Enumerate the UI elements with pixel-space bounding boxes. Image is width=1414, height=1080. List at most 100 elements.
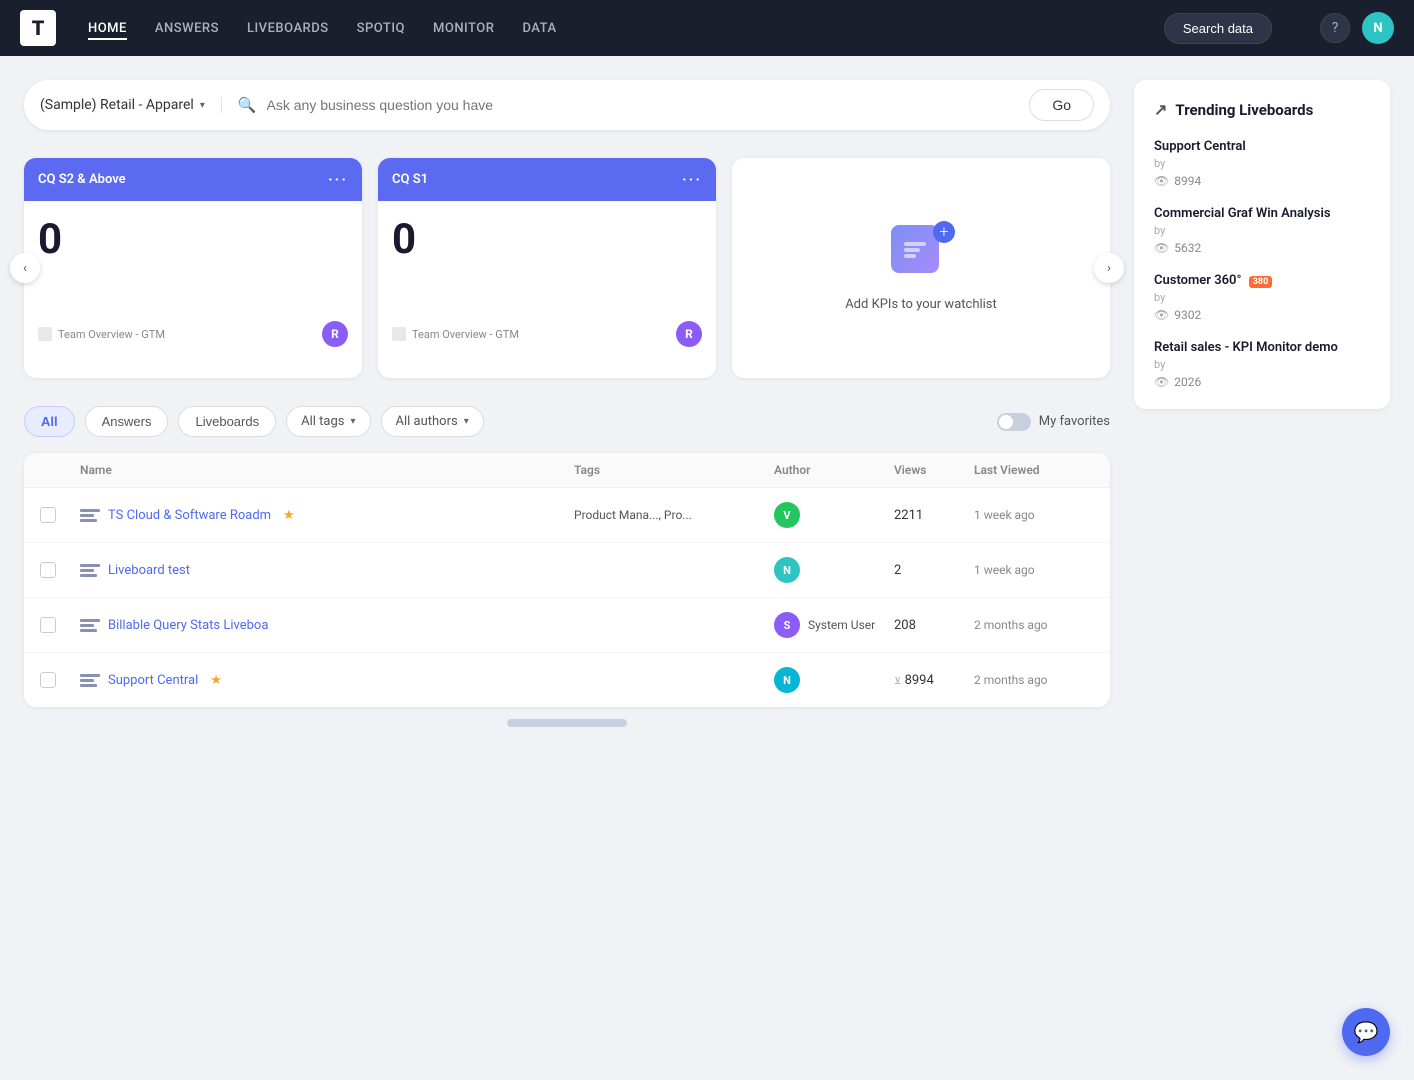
kpi-next-arrow[interactable]: › xyxy=(1094,253,1124,283)
kpi-value-1: 0 xyxy=(392,217,702,263)
trending-item-0-views-count: 8994 xyxy=(1174,174,1201,188)
row-1-name: Liveboard test xyxy=(80,563,574,578)
col-header-checkbox xyxy=(40,463,80,477)
search-bar: (Sample) Retail - Apparel ▾ 🔍 Go xyxy=(24,80,1110,130)
liveboard-icon xyxy=(80,564,100,577)
chat-button[interactable]: 💬 xyxy=(1342,1008,1390,1056)
filter-tab-answers[interactable]: Answers xyxy=(85,406,169,437)
trending-item-2-views-count: 9302 xyxy=(1174,308,1201,322)
nav-link-monitor[interactable]: MONITOR xyxy=(433,17,494,40)
bottom-scrollbar[interactable] xyxy=(507,719,627,727)
row-0-checkbox[interactable] xyxy=(40,507,80,523)
help-button[interactable]: ? xyxy=(1320,13,1350,43)
trending-item-3-views: 👁 2026 xyxy=(1154,375,1370,389)
kpi-author-1: R xyxy=(676,321,702,347)
my-favorites-label: My favorites xyxy=(1039,414,1110,429)
row-1-checkbox[interactable] xyxy=(40,562,80,578)
datasource-selector[interactable]: (Sample) Retail - Apparel ▾ xyxy=(40,97,222,113)
kpi-source-icon-0 xyxy=(38,327,52,341)
nav-link-answers[interactable]: ANSWERS xyxy=(155,17,219,40)
kpi-source-icon-1 xyxy=(392,327,406,341)
row-2-author: S System User xyxy=(774,612,894,638)
trending-item-0[interactable]: Support Central by 👁 8994 xyxy=(1154,139,1370,188)
row-3-last-viewed: 2 months ago xyxy=(974,673,1094,687)
col-header-last-viewed: Last viewed xyxy=(974,463,1094,477)
row-0-views: 2211 xyxy=(894,508,974,523)
trending-item-1-name: Commercial Graf Win Analysis xyxy=(1154,206,1370,221)
trending-item-1[interactable]: Commercial Graf Win Analysis by 👁 5632 xyxy=(1154,206,1370,255)
trending-item-2-name: Customer 360° 380 xyxy=(1154,273,1370,288)
liveboard-icon xyxy=(80,674,100,687)
kpi-source-1: Team Overview - GTM xyxy=(392,327,519,341)
all-authors-label: All authors xyxy=(396,414,458,429)
kpi-card-menu-1[interactable]: ··· xyxy=(682,170,702,189)
top-navigation: T HOME ANSWERS LIVEBOARDS SPOTIQ MONITOR… xyxy=(0,0,1414,56)
eye-icon: 👁 xyxy=(1154,375,1169,389)
search-input-wrap: 🔍 xyxy=(222,96,1029,114)
all-authors-dropdown[interactable]: All authors ▾ xyxy=(381,406,484,437)
kpi-footer-0: Team Overview - GTM R xyxy=(38,309,348,347)
row-1-last-viewed: 1 week ago xyxy=(974,563,1094,577)
user-avatar[interactable]: N xyxy=(1362,12,1394,44)
row-3-views: ⊻ 8994 xyxy=(894,673,974,688)
row-1-author-avatar: N xyxy=(774,557,800,583)
trending-title-text: Trending Liveboards xyxy=(1175,101,1313,119)
filter-tab-liveboards[interactable]: Liveboards xyxy=(178,406,276,437)
search-data-button[interactable]: Search data xyxy=(1164,13,1272,44)
add-kpi-label: Add KPIs to your watchlist xyxy=(845,297,997,312)
go-button[interactable]: Go xyxy=(1029,89,1094,121)
kpi-card-header-0: CQ S2 & Above ··· xyxy=(24,158,362,201)
kpi-card-menu-0[interactable]: ··· xyxy=(328,170,348,189)
toggle-knob xyxy=(999,415,1013,429)
datasource-label: (Sample) Retail - Apparel xyxy=(40,97,194,113)
row-2-author-name: System User xyxy=(808,618,875,632)
row-0-star-icon[interactable]: ★ xyxy=(283,508,295,523)
row-3-checkbox[interactable] xyxy=(40,672,80,688)
trending-icon: ↗ xyxy=(1154,100,1167,119)
left-content: (Sample) Retail - Apparel ▾ 🔍 Go ‹ CQ S2… xyxy=(24,80,1110,727)
chat-icon: 💬 xyxy=(1354,1020,1379,1044)
main-container: (Sample) Retail - Apparel ▾ 🔍 Go ‹ CQ S2… xyxy=(0,56,1414,727)
trending-item-2[interactable]: Customer 360° 380 by 👁 9302 xyxy=(1154,273,1370,322)
chevron-down-icon: ▾ xyxy=(200,100,205,111)
nav-link-home[interactable]: HOME xyxy=(88,17,127,40)
nav-link-spotiq[interactable]: SPOTIQ xyxy=(357,17,405,40)
my-favorites-toggle[interactable]: My favorites xyxy=(997,413,1110,431)
all-tags-dropdown[interactable]: All tags ▾ xyxy=(286,406,370,437)
kpi-prev-arrow[interactable]: ‹ xyxy=(10,253,40,283)
filter-tab-all[interactable]: All xyxy=(24,406,75,437)
right-sidebar: ↗ Trending Liveboards Support Central by… xyxy=(1110,80,1390,727)
kpi-card-1: CQ S1 ··· 0 Team Overview - GTM R xyxy=(378,158,716,378)
row-1-title[interactable]: Liveboard test xyxy=(108,563,190,578)
trending-item-3[interactable]: Retail sales - KPI Monitor demo by 👁 202… xyxy=(1154,340,1370,389)
table-header: Name Tags Author Views Last viewed xyxy=(24,453,1110,488)
logo-text: T xyxy=(32,18,45,38)
all-tags-label: All tags xyxy=(301,414,344,429)
toggle-switch xyxy=(997,413,1031,431)
add-kpi-card[interactable]: + Add KPIs to your watchlist xyxy=(732,158,1110,378)
kpi-card-title-1: CQ S1 xyxy=(392,172,428,187)
kpi-card-0: CQ S2 & Above ··· 0 Team Overview - GTM … xyxy=(24,158,362,378)
row-3-author: N xyxy=(774,667,894,693)
row-1-author: N xyxy=(774,557,894,583)
nav-link-liveboards[interactable]: LIVEBOARDS xyxy=(247,17,329,40)
table-row: Support Central ★ N ⊻ 8994 2 months ago xyxy=(24,653,1110,707)
nav-link-data[interactable]: DATA xyxy=(522,17,556,40)
trending-item-1-views-count: 5632 xyxy=(1174,241,1201,255)
col-header-author: Author xyxy=(774,463,894,477)
table-row: Billable Query Stats Liveboa S System Us… xyxy=(24,598,1110,653)
row-2-checkbox[interactable] xyxy=(40,617,80,633)
col-header-name: Name xyxy=(80,463,574,477)
row-3-star-icon[interactable]: ★ xyxy=(210,673,222,688)
row-0-title[interactable]: TS Cloud & Software Roadm xyxy=(108,508,271,523)
row-2-title[interactable]: Billable Query Stats Liveboa xyxy=(108,618,268,633)
filter-row: All Answers Liveboards All tags ▾ All au… xyxy=(24,406,1110,437)
logo[interactable]: T xyxy=(20,10,56,46)
search-input[interactable] xyxy=(267,97,1014,113)
kpi-card-body-0: 0 Team Overview - GTM R xyxy=(24,201,362,361)
trending-item-1-views: 👁 5632 xyxy=(1154,241,1370,255)
add-kpi-icon: + xyxy=(891,225,951,285)
kpi-footer-1: Team Overview - GTM R xyxy=(392,309,702,347)
nav-links: HOME ANSWERS LIVEBOARDS SPOTIQ MONITOR D… xyxy=(88,17,1132,40)
row-3-title[interactable]: Support Central xyxy=(108,673,198,688)
